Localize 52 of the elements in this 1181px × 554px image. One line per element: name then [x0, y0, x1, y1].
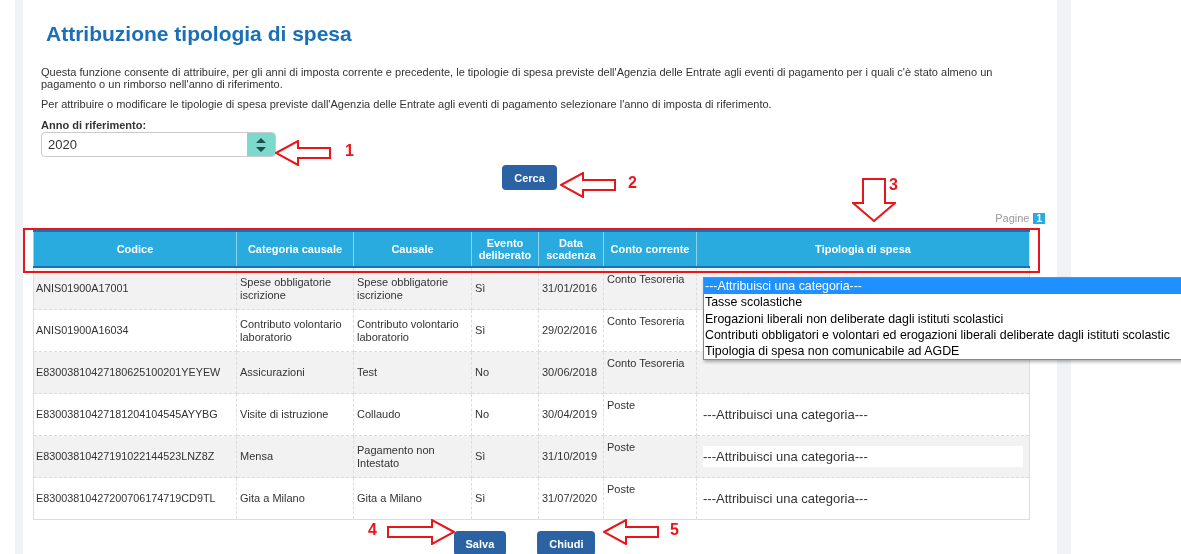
table-cell: Sì	[471, 309, 539, 352]
table-cell: ANIS01900A16034	[33, 309, 237, 352]
table-cell: Poste	[603, 393, 697, 436]
column-header: Tipologia di spesa	[696, 231, 1030, 267]
table-cell: Visite di istruzione	[236, 393, 354, 436]
dropdown-option[interactable]: Tipologia di spesa non comunicabile ad AGDE	[704, 343, 1181, 360]
category-select[interactable]: ---Attribuisci una categoria---	[703, 446, 1023, 467]
column-header: Causale	[353, 231, 472, 267]
search-button[interactable]: Cerca	[502, 165, 557, 190]
year-label: Anno di riferimento:	[41, 119, 148, 131]
table-cell: Contributo volontario laboratorio	[236, 309, 354, 352]
save-button[interactable]: Salva	[453, 531, 507, 554]
table-cell: ANIS01900A17001	[33, 267, 237, 310]
table-cell: 30/04/2019	[538, 393, 604, 436]
annotation-number: 5	[670, 521, 679, 539]
year-select[interactable]: 2020	[41, 132, 276, 157]
table-cell: No	[471, 351, 539, 394]
table-cell: Sì	[471, 435, 539, 478]
annotation-number: 2	[628, 174, 637, 192]
table-cell: 30/06/2018	[538, 351, 604, 394]
pagination-label: Pagine	[995, 212, 1030, 224]
table-cell: E83003810427191022144523LNZ8Z	[33, 435, 237, 478]
dropdown-option[interactable]: Tasse scolastiche	[704, 294, 1181, 311]
intro-paragraph: Per attribuire o modificare le tipologie di spesa previste dall'Agenzia delle Entrate agli eventi di pagamento selezionare l'anno di imposta di riferimento.	[41, 98, 773, 110]
table-cell: Contributo volontario laboratorio	[353, 309, 472, 352]
table-cell: Mensa	[236, 435, 354, 478]
annotation-number: 1	[345, 142, 354, 160]
table-cell: Pagamento non Intestato	[353, 435, 472, 478]
annotation-number: 4	[368, 521, 377, 539]
close-button[interactable]: Chiudi	[537, 531, 596, 554]
column-header: Evento deliberato	[471, 231, 539, 267]
column-header: Conto corrente	[603, 231, 697, 267]
table-cell: Collaudo	[353, 393, 472, 436]
dropdown-option[interactable]: Contributi obbligatori e volontari ed erogazioni liberali deliberate dagli istituti scolastic	[704, 326, 1181, 344]
table-cell: Conto Tesoreria	[603, 351, 697, 394]
table-cell: 29/02/2016	[538, 309, 604, 352]
column-header: Data scadenza	[538, 231, 604, 267]
dropdown-option[interactable]: Erogazioni liberali non deliberate dagli istituti scolastici	[704, 310, 1181, 327]
table-cell: E83003810427180625100201YEYEW	[33, 351, 237, 394]
table-cell: E83003810427181204104545AYYBG	[33, 393, 237, 436]
table-cell: No	[471, 393, 539, 436]
table-cell: Spese obbligatorie iscrizione	[353, 267, 472, 310]
table-cell: Poste	[603, 435, 697, 478]
table-cell: Conto Tesoreria	[603, 309, 697, 352]
table-cell: Test	[353, 351, 472, 394]
annotation-number: 3	[889, 176, 898, 194]
intro-paragraph: Questa funzione consente di attribuire, per gli anni di imposta corrente e precedente, le tipologie di spesa previste dell'Agenzia delle Entrate agli eventi di pagamento per i quali c'è stato almeno un pagamento o un rimborso nell'anno di riferimento.	[41, 66, 994, 90]
page-title: Attribuzione tipologia di spesa	[45, 21, 353, 47]
column-header: Codice	[33, 231, 237, 267]
table-cell: Assicurazioni	[236, 351, 354, 394]
column-header: Categoria causale	[236, 231, 354, 267]
table-cell: 31/10/2019	[538, 435, 604, 478]
